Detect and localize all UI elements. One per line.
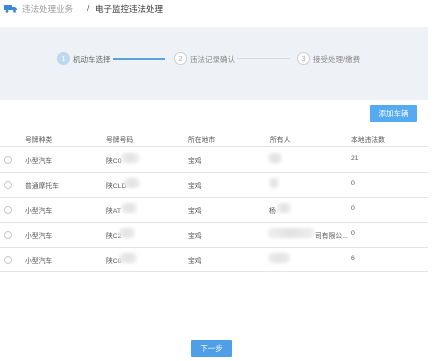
cell-owner: 杨 bbox=[269, 208, 276, 215]
divider bbox=[0, 271, 428, 272]
cell-plate-number: 陕AT bbox=[106, 208, 121, 215]
divider bbox=[0, 222, 428, 223]
row-select-radio[interactable] bbox=[4, 256, 12, 264]
cell-plate-number: 陕C0 bbox=[106, 158, 122, 165]
row-select-radio[interactable] bbox=[4, 181, 12, 189]
divider bbox=[0, 197, 428, 198]
step-number: 1 bbox=[57, 52, 70, 65]
breadcrumb-separator: / bbox=[87, 3, 90, 13]
redacted-plate bbox=[119, 228, 135, 238]
cell-local-violations: 21 bbox=[351, 155, 359, 162]
divider bbox=[0, 247, 428, 248]
table-header: 号牌种类 号牌号码 所在地市 所有人 本地违法数 bbox=[0, 130, 428, 146]
divider bbox=[0, 146, 428, 147]
redacted-owner bbox=[268, 253, 290, 263]
cell-local-violations: 6 bbox=[351, 255, 355, 262]
table-row[interactable]: 小型汽车 陕C0 宝鸡 6 bbox=[0, 249, 428, 271]
breadcrumb-section[interactable]: 违法处理业务 bbox=[22, 3, 73, 15]
divider bbox=[0, 172, 428, 173]
cell-city: 宝鸡 bbox=[188, 258, 202, 265]
cell-local-violations: 0 bbox=[351, 180, 355, 187]
row-select-radio[interactable] bbox=[4, 156, 12, 164]
redacted-plate bbox=[124, 178, 140, 188]
table-row[interactable]: 小型汽车 陕C2 宝鸡 司有限公... 0 bbox=[0, 224, 428, 246]
table-row[interactable]: 小型汽车 陕AT 宝鸡 杨 0 bbox=[0, 199, 428, 221]
cell-plate-type: 小型汽车 bbox=[25, 158, 53, 165]
redacted-plate bbox=[121, 153, 139, 163]
column-header-owner: 所有人 bbox=[270, 137, 291, 144]
truck-icon bbox=[4, 5, 17, 13]
step-connector bbox=[237, 58, 290, 59]
column-header-plate-number: 号牌号码 bbox=[106, 137, 134, 144]
step-connector bbox=[113, 58, 165, 60]
step-label: 接受处理/缴费 bbox=[313, 55, 361, 64]
step-label: 违法记录确认 bbox=[190, 55, 235, 64]
cell-plate-type: 小型汽车 bbox=[25, 258, 53, 265]
redacted-plate bbox=[121, 203, 137, 213]
cell-plate-type: 普通摩托车 bbox=[25, 183, 59, 190]
row-select-radio[interactable] bbox=[4, 231, 12, 239]
redacted-owner bbox=[277, 203, 291, 213]
redacted-owner bbox=[268, 228, 314, 238]
redacted-owner bbox=[269, 178, 279, 188]
cell-plate-type: 小型汽车 bbox=[25, 233, 53, 240]
cell-local-violations: 0 bbox=[351, 230, 355, 237]
column-header-local-violations: 本地违法数 bbox=[351, 137, 385, 144]
cell-city: 宝鸡 bbox=[188, 183, 202, 190]
table-row[interactable]: 小型汽车 陕C0 宝鸡 21 bbox=[0, 149, 428, 171]
cell-local-violations: 0 bbox=[351, 205, 355, 212]
step-number: 3 bbox=[297, 52, 310, 65]
breadcrumb-current: 电子监控违法处理 bbox=[95, 4, 164, 14]
column-header-city: 所在地市 bbox=[188, 137, 216, 144]
row-select-radio[interactable] bbox=[4, 206, 12, 214]
cell-city: 宝鸡 bbox=[188, 233, 202, 240]
cell-city: 宝鸡 bbox=[188, 158, 202, 165]
redacted-plate bbox=[119, 253, 137, 263]
cell-owner: 司有限公... bbox=[315, 233, 348, 240]
next-step-button[interactable]: 下一步 bbox=[191, 340, 232, 357]
cell-plate-type: 小型汽车 bbox=[25, 208, 53, 215]
top-bar: 违法处理业务 / 电子监控违法处理 bbox=[0, 0, 444, 20]
add-vehicle-button[interactable]: 添加车辆 bbox=[370, 105, 417, 122]
cell-city: 宝鸡 bbox=[188, 208, 202, 215]
redacted-owner bbox=[268, 153, 282, 163]
step-label: 机动车选择 bbox=[73, 55, 111, 64]
column-header-plate-type: 号牌种类 bbox=[25, 137, 53, 144]
step-number: 2 bbox=[174, 52, 187, 65]
table-row[interactable]: 普通摩托车 陕CLD 宝鸡 0 bbox=[0, 174, 428, 196]
